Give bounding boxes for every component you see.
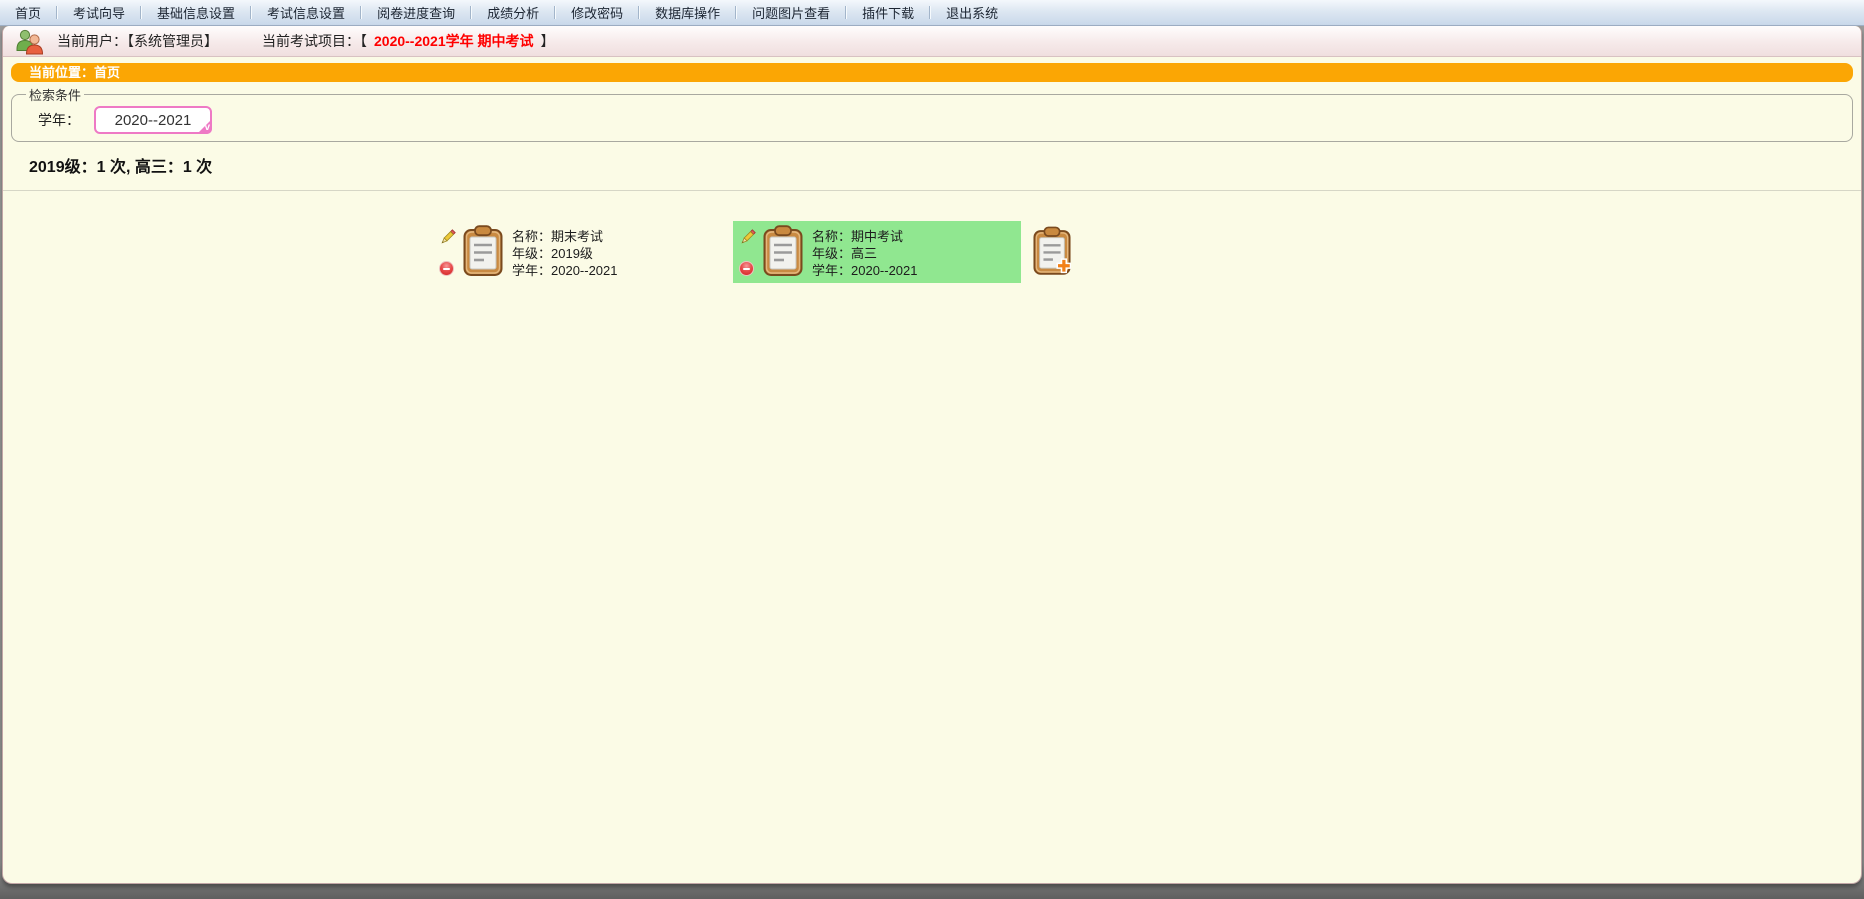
content-divider [3, 190, 1861, 191]
user-bar: 当前用户：【系统管理员】 当前考试项目：【2020--2021学年 期中考试】 [3, 26, 1861, 57]
add-exam-button[interactable] [1033, 221, 1071, 277]
menu-item-logout[interactable]: 退出系统 [931, 3, 1013, 22]
search-fieldset: 检索条件 学年： 2020--2021 v [11, 85, 1853, 142]
exam-grade-line: 年级：高三 [812, 245, 918, 262]
menu-item-plugin-download[interactable]: 插件下载 [847, 3, 929, 22]
year-select-value: 2020--2021 [115, 112, 192, 129]
open-exam-button[interactable] [463, 225, 503, 277]
location-bar: 当前位置：首页 [11, 63, 1853, 82]
exam-card[interactable]: 名称：期末考试 年级：2019级 学年：2020--2021 [433, 221, 721, 283]
clipboard-icon [763, 225, 803, 277]
current-project-name: 2020--2021学年 期中考试 [374, 33, 534, 49]
top-menu-bar: 首页 考试向导 基础信息设置 考试信息设置 阅卷进度查询 成绩分析 修改密码 数… [0, 0, 1864, 26]
exam-name-line: 名称：期末考试 [512, 228, 618, 245]
delete-exam-button[interactable] [739, 261, 757, 276]
search-fieldset-legend: 检索条件 [26, 85, 84, 104]
users-icon [15, 28, 45, 55]
menu-item-score-analysis[interactable]: 成绩分析 [472, 3, 554, 22]
chevron-down-icon[interactable]: v [197, 119, 212, 134]
menu-item-problem-image-view[interactable]: 问题图片查看 [737, 3, 845, 22]
year-select[interactable]: 2020--2021 v [94, 106, 212, 134]
current-project-label: 当前考试项目：【2020--2021学年 期中考试】 [262, 31, 555, 51]
clipboard-icon [463, 225, 503, 277]
exam-card-text: 名称：期末考试 年级：2019级 学年：2020--2021 [512, 225, 618, 279]
delete-exam-button[interactable] [439, 261, 457, 276]
exam-card-actions [439, 228, 457, 276]
exam-cards-row: 名称：期末考试 年级：2019级 学年：2020--2021 [433, 221, 1861, 283]
pencil-icon [439, 228, 457, 246]
exam-card[interactable]: 名称：期中考试 年级：高三 学年：2020--2021 [733, 221, 1021, 283]
menu-item-database-operations[interactable]: 数据库操作 [640, 3, 735, 22]
minus-circle-icon [739, 261, 754, 276]
current-user-label: 当前用户：【系统管理员】 [57, 31, 218, 51]
menu-item-change-password[interactable]: 修改密码 [556, 3, 638, 22]
menu-item-exam-info-settings[interactable]: 考试信息设置 [252, 3, 360, 22]
menu-item-home[interactable]: 首页 [0, 3, 56, 22]
exam-grade-line: 年级：2019级 [512, 245, 618, 262]
exam-year-line: 学年：2020--2021 [812, 262, 918, 279]
year-label: 学年： [38, 110, 80, 130]
edit-exam-button[interactable] [439, 228, 457, 246]
menu-item-exam-wizard[interactable]: 考试向导 [58, 3, 140, 22]
clipboard-plus-icon [1033, 225, 1071, 277]
menu-item-basic-info-settings[interactable]: 基础信息设置 [142, 3, 250, 22]
minus-circle-icon [439, 261, 454, 276]
exam-card-text: 名称：期中考试 年级：高三 学年：2020--2021 [812, 225, 918, 279]
pencil-icon [739, 228, 757, 246]
menu-item-grading-progress[interactable]: 阅卷进度查询 [362, 3, 470, 22]
exam-card-actions [739, 228, 757, 276]
exam-year-line: 学年：2020--2021 [512, 262, 618, 279]
edit-exam-button[interactable] [739, 228, 757, 246]
open-exam-button[interactable] [763, 225, 803, 277]
main-panel: 当前用户：【系统管理员】 当前考试项目：【2020--2021学年 期中考试】 … [2, 26, 1862, 884]
exam-name-line: 名称：期中考试 [812, 228, 918, 245]
current-location-label: 当前位置：首页 [29, 65, 120, 80]
exam-count-summary: 2019级：1 次, 高三：1 次 [29, 153, 1861, 177]
